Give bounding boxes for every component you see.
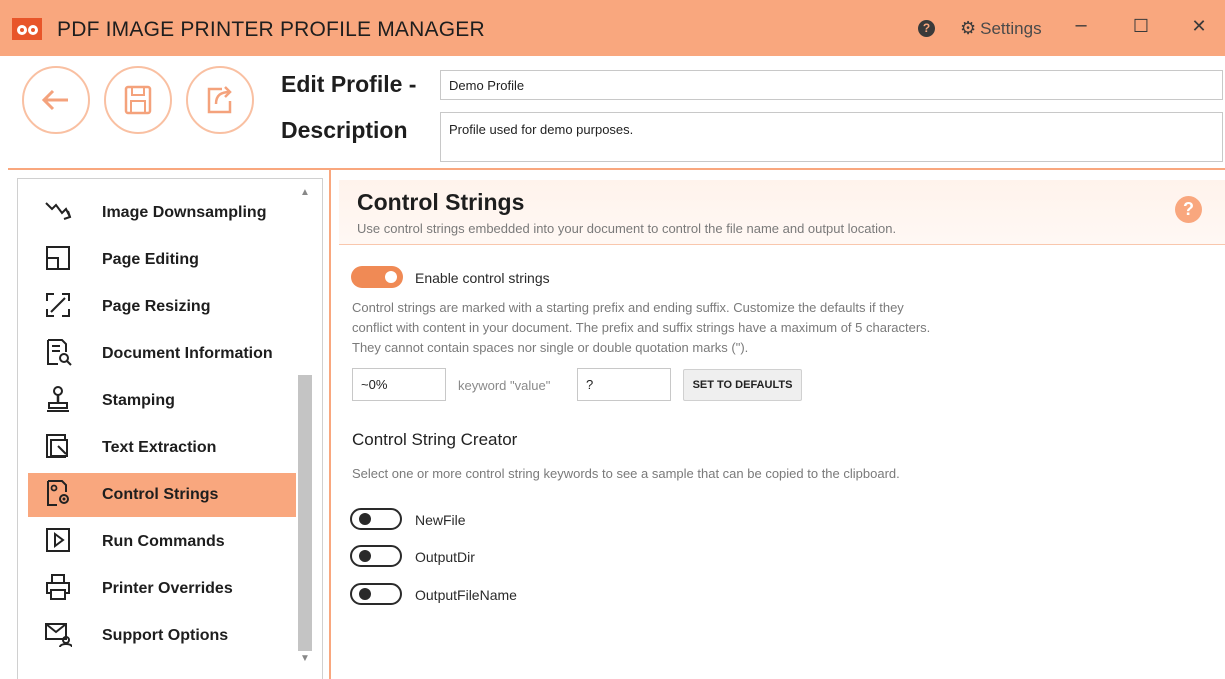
sidebar-item-label: Printer Overrides (102, 580, 233, 597)
sidebar-item-label: Control Strings (102, 486, 219, 503)
sidebar-item-text-extraction[interactable]: Text Extraction (28, 426, 296, 470)
newfile-label: NewFile (415, 512, 466, 528)
toggle-knob (359, 588, 371, 600)
sidebar-item-document-information[interactable]: Document Information (28, 332, 296, 376)
toggle-knob (359, 550, 371, 562)
enable-control-strings-toggle[interactable] (351, 266, 403, 288)
enable-control-strings-label: Enable control strings (415, 270, 550, 286)
section-help-icon[interactable]: ? (1175, 196, 1202, 223)
sidebar-item-label: Page Editing (102, 251, 199, 268)
profile-name-input[interactable] (440, 70, 1223, 100)
description-field[interactable]: Profile used for demo purposes. (440, 112, 1223, 162)
settings-button[interactable]: ⚙ Settings (960, 18, 1042, 39)
sidebar-item-label: Support Options (102, 627, 229, 644)
save-icon (124, 85, 152, 115)
app-title: PDF IMAGE PRINTER PROFILE MANAGER (57, 18, 485, 41)
back-button[interactable] (22, 66, 90, 134)
settings-label: Settings (980, 19, 1042, 38)
maximize-button[interactable]: ☐ (1126, 16, 1156, 37)
toggle-knob (385, 271, 397, 283)
sidebar-item-page-editing[interactable]: Page Editing (28, 238, 296, 282)
sidebar-item-control-strings[interactable]: Control Strings (28, 473, 296, 517)
downsample-icon (45, 202, 72, 220)
creator-description: Select one or more control string keywor… (352, 466, 900, 481)
sidebar-item-page-resizing[interactable]: Page Resizing (28, 285, 296, 329)
stamp-icon (47, 386, 69, 412)
creator-title: Control String Creator (352, 430, 518, 449)
outputdir-label: OutputDir (415, 549, 475, 565)
app-logo-icon (12, 18, 42, 40)
sidebar-item-label: Run Commands (102, 533, 225, 550)
arrow-left-icon (41, 89, 68, 111)
sidebar-item-printer-overrides[interactable]: Printer Overrides (28, 567, 296, 611)
close-button[interactable]: ✕ (1184, 16, 1214, 37)
sidebar-item-image-downsampling[interactable]: Image Downsampling (28, 191, 296, 235)
scrollbar-thumb[interactable] (298, 375, 312, 651)
sidebar: ▲ ▼ Image Downsampling Page Editing Page… (17, 178, 323, 679)
toggle-knob (359, 513, 371, 525)
suffix-input[interactable] (577, 368, 671, 401)
gear-icon: ⚙ (960, 18, 977, 38)
edit-profile-label: Edit Profile - (281, 71, 417, 97)
save-button[interactable] (104, 66, 172, 134)
sidebar-item-label: Page Resizing (102, 298, 211, 315)
prefix-input[interactable] (352, 368, 446, 401)
page-edit-icon (46, 246, 70, 270)
title-bar: PDF IMAGE PRINTER PROFILE MANAGER ? ⚙ Set… (0, 0, 1225, 56)
support-icon (45, 623, 72, 648)
panel-divider (329, 170, 331, 679)
outputdir-toggle[interactable] (350, 545, 402, 567)
sidebar-item-stamping[interactable]: Stamping (28, 379, 296, 423)
sidebar-item-label: Text Extraction (102, 439, 217, 456)
sidebar-item-label: Stamping (102, 392, 175, 409)
help-icon[interactable]: ? (918, 20, 935, 37)
export-button[interactable] (186, 66, 254, 134)
doc-info-icon (47, 339, 72, 366)
outputfilename-toggle[interactable] (350, 583, 402, 605)
sidebar-item-label: Document Information (102, 345, 273, 362)
description-label: Description (281, 117, 408, 143)
scroll-down-icon[interactable]: ▼ (300, 653, 310, 664)
section-subtitle: Use control strings embedded into your d… (357, 221, 897, 236)
control-strings-icon (47, 480, 69, 506)
run-icon (46, 528, 70, 552)
control-strings-description: Control strings are marked with a starti… (352, 298, 1052, 358)
section-title: Control Strings (357, 189, 525, 215)
keyword-value-label: keyword "value" (458, 378, 551, 393)
set-to-defaults-button[interactable]: SET TO DEFAULTS (683, 369, 802, 401)
printer-icon (46, 574, 70, 600)
sidebar-item-label: Image Downsampling (102, 204, 267, 221)
description-line: They cannot contain spaces nor single or… (352, 340, 749, 355)
sidebar-item-support-options[interactable]: Support Options (28, 614, 296, 658)
text-extract-icon (46, 434, 68, 458)
export-icon (207, 86, 232, 114)
scroll-up-icon[interactable]: ▲ (300, 187, 310, 198)
minimize-button[interactable]: – (1066, 14, 1096, 37)
sidebar-item-run-commands[interactable]: Run Commands (28, 520, 296, 564)
description-line: Control strings are marked with a starti… (352, 300, 904, 315)
description-line: conflict with content in your document. … (352, 320, 931, 335)
outputfilename-label: OutputFileName (415, 587, 517, 603)
resize-icon (46, 293, 70, 317)
newfile-toggle[interactable] (350, 508, 402, 530)
